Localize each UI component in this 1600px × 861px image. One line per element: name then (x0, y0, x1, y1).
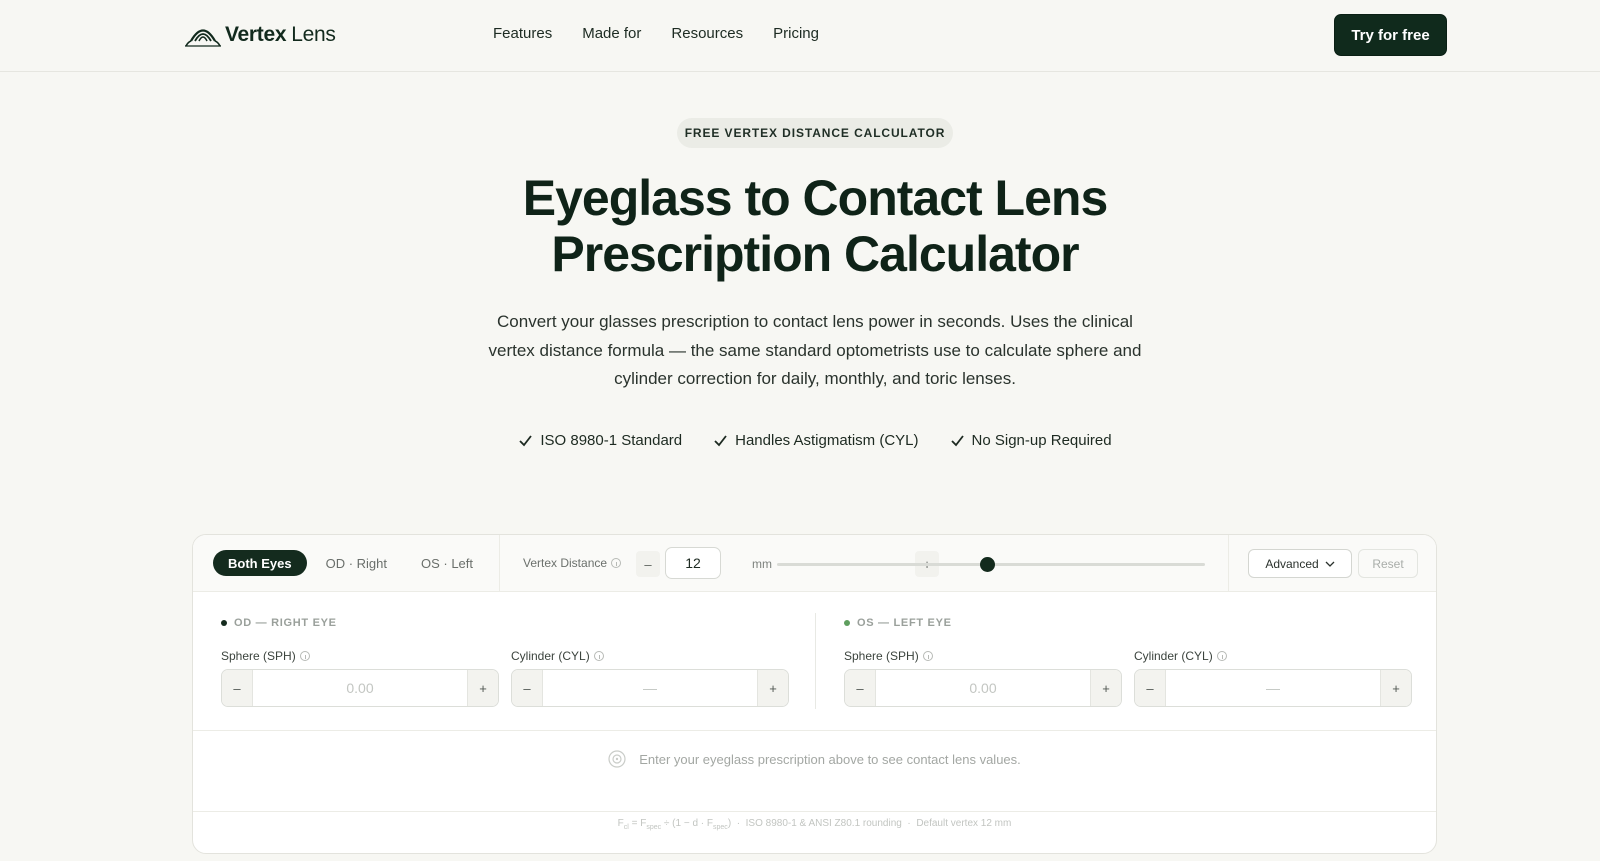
top-navbar: Vertex Lens Features Made for Resources … (0, 0, 1600, 72)
vertex-distance-label: Vertex Distance (523, 556, 622, 570)
feature-check-item: ISO 8980-1 Standard (518, 432, 682, 449)
left-sphere-label: Sphere (SPH) (844, 649, 933, 663)
hero-subtitle: Convert your glasses prescription to con… (488, 312, 1142, 388)
nav-links: Features Made for Resources Pricing (493, 25, 849, 42)
right-eye-heading: OD — RIGHT EYE (221, 617, 337, 629)
page-title: Eyeglass to Contact Lens Prescription Ca… (400, 170, 1230, 282)
right-sphere-stepper: – 0.00 + (221, 669, 499, 707)
right-eye-panel: OD — RIGHT EYE Sphere (SPH) – 0.00 + Cyl… (221, 592, 791, 728)
vertex-distance-slider[interactable] (777, 557, 1205, 572)
info-icon[interactable] (922, 651, 933, 661)
checkmark-icon (950, 435, 964, 447)
feature-check-item: No Sign-up Required (950, 432, 1112, 449)
nav-link-resources[interactable]: Resources (671, 25, 743, 42)
tab-both-eyes[interactable]: Both Eyes (213, 550, 307, 576)
right-sphere-input[interactable]: 0.00 (253, 670, 467, 706)
lens-logo-icon (185, 29, 221, 47)
target-icon (608, 750, 626, 768)
slider-thumb[interactable] (979, 557, 995, 572)
try-for-free-button[interactable]: Try for free (1334, 14, 1447, 56)
left-cylinder-label: Cylinder (CYL) (1134, 649, 1227, 663)
eye-panel-divider (815, 613, 816, 709)
formula-footnote: Fcl = Fspec ÷ (1 − d · Fspec) · ISO 8980… (193, 818, 1436, 831)
right-cylinder-input[interactable]: — (543, 670, 757, 706)
left-sphere-stepper: – 0.00 + (844, 669, 1122, 707)
formula-default-vertex: Default vertex 12 mm (916, 818, 1012, 829)
advanced-dropdown[interactable]: Advanced (1248, 549, 1352, 578)
tab-os-left[interactable]: OS · Left (406, 550, 488, 576)
right-cylinder-stepper: – — + (511, 669, 789, 707)
toolbar-divider (499, 535, 500, 591)
left-cylinder-label-text: Cylinder (CYL) (1134, 649, 1213, 663)
nav-link-made-for[interactable]: Made for (582, 25, 641, 42)
empty-results-message: Enter your eyeglass prescription above t… (193, 750, 1436, 768)
right-sphere-decrement[interactable]: – (222, 670, 253, 706)
tab-od-right[interactable]: OD · Right (311, 550, 402, 576)
page-title-line-2: Prescription Calculator (551, 226, 1079, 282)
formula-standard-note: ISO 8980-1 & ANSI Z80.1 rounding (745, 818, 902, 829)
right-sphere-label-text: Sphere (SPH) (221, 649, 296, 663)
left-cylinder-input[interactable]: — (1166, 670, 1380, 706)
left-eye-heading-text: OS — LEFT EYE (857, 617, 952, 629)
right-eye-dot (221, 620, 227, 626)
formula-expression: Fcl = Fspec ÷ (1 − d · Fspec) (617, 818, 732, 831)
nav-link-pricing[interactable]: Pricing (773, 25, 819, 42)
feature-check-label: No Sign-up Required (971, 432, 1112, 449)
vertex-unit: mm (752, 557, 772, 571)
feature-check-label: ISO 8980-1 Standard (540, 432, 683, 449)
info-icon[interactable] (1216, 651, 1227, 661)
feature-check-label: Handles Astigmatism (CYL) (735, 432, 919, 449)
feature-check-item: Handles Astigmatism (CYL) (713, 432, 919, 449)
info-icon[interactable] (299, 651, 310, 661)
info-icon[interactable] (593, 651, 604, 661)
left-eye-dot (844, 620, 850, 626)
hero-badge: FREE VERTEX DISTANCE CALCULATOR (677, 118, 953, 148)
eye-selector: Both Eyes OD · Right OS · Left (213, 550, 492, 576)
info-icon[interactable] (611, 558, 622, 568)
brand-name-light: Lens (291, 23, 336, 46)
right-cylinder-decrement[interactable]: – (512, 670, 543, 706)
nav-link-features[interactable]: Features (493, 25, 552, 42)
right-sphere-label: Sphere (SPH) (221, 649, 310, 663)
brand-name-bold: Vertex (225, 23, 287, 46)
formula-separator: · (907, 818, 911, 829)
empty-results-text: Enter your eyeglass prescription above t… (639, 751, 1021, 767)
vertex-distance-label-text: Vertex Distance (523, 556, 608, 570)
left-cylinder-stepper: – — + (1134, 669, 1412, 707)
brand-logo[interactable]: Vertex Lens (184, 20, 336, 50)
right-eye-heading-text: OD — RIGHT EYE (234, 617, 337, 629)
right-sphere-increment[interactable]: + (467, 670, 498, 706)
right-cylinder-increment[interactable]: + (757, 670, 788, 706)
left-cylinder-increment[interactable]: + (1380, 670, 1411, 706)
advanced-label: Advanced (1265, 556, 1319, 571)
left-sphere-label-text: Sphere (SPH) (844, 649, 919, 663)
vertex-distance-input[interactable]: 12 (665, 547, 721, 579)
feature-checks: ISO 8980-1 Standard Handles Astigmatism … (0, 432, 1600, 449)
formula-separator: · (736, 818, 741, 829)
left-eye-panel: OS — LEFT EYE Sphere (SPH) – 0.00 + Cyli… (844, 592, 1414, 728)
calculator-card: Both Eyes OD · Right OS · Left Vertex Di… (192, 534, 1437, 854)
section-divider (193, 730, 1436, 731)
chevron-down-icon (1325, 561, 1335, 567)
right-cylinder-label-text: Cylinder (CYL) (511, 649, 590, 663)
checkmark-icon (714, 435, 727, 447)
left-eye-heading: OS — LEFT EYE (844, 617, 952, 629)
right-cylinder-label: Cylinder (CYL) (511, 649, 604, 663)
vertex-decrement-button[interactable]: – (636, 551, 660, 577)
page-title-line-1: Eyeglass to Contact Lens (522, 170, 1109, 226)
left-sphere-input[interactable]: 0.00 (876, 670, 1090, 706)
left-cylinder-decrement[interactable]: – (1135, 670, 1166, 706)
toolbar-divider (1228, 535, 1229, 591)
checkmark-icon (519, 435, 533, 447)
calculator-toolbar: Both Eyes OD · Right OS · Left Vertex Di… (193, 535, 1436, 592)
left-sphere-increment[interactable]: + (1090, 670, 1121, 706)
left-sphere-decrement[interactable]: – (845, 670, 876, 706)
reset-button[interactable]: Reset (1358, 549, 1418, 578)
section-divider (193, 811, 1436, 812)
